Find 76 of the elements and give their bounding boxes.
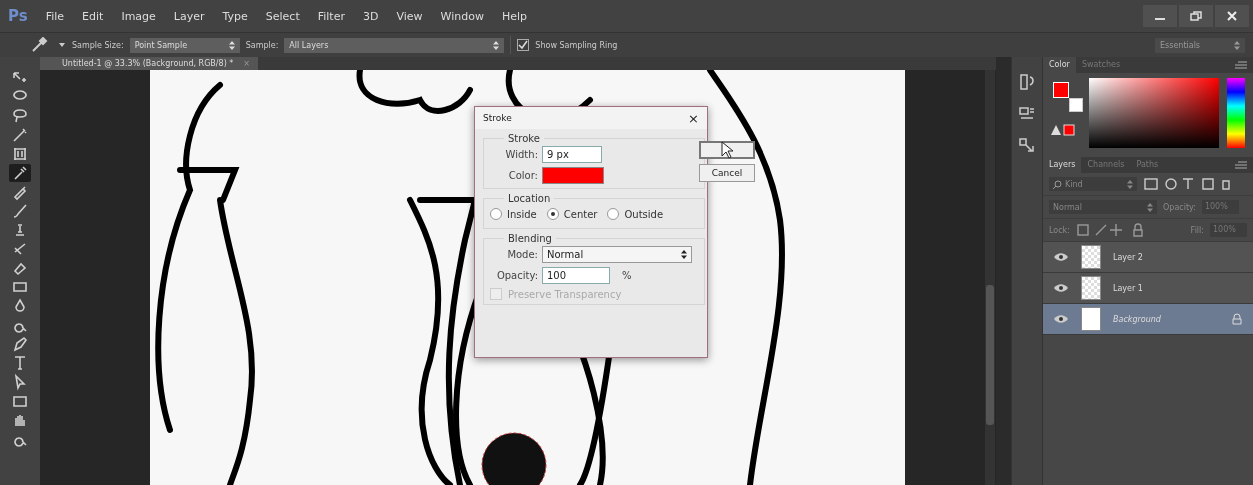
sample-size-dropdown[interactable]: Point Sample xyxy=(129,37,240,53)
layer-name: Background xyxy=(1113,314,1162,324)
layer-row[interactable]: Layer 2 xyxy=(1043,242,1253,273)
sample-label: Sample: xyxy=(245,40,279,50)
cancel-button[interactable]: Cancel xyxy=(699,164,755,182)
mode-label: Mode: xyxy=(506,249,538,260)
opacity-label: Opacity: xyxy=(1163,202,1196,212)
radio-button[interactable]: Center xyxy=(546,208,598,220)
radio-button[interactable]: Outside xyxy=(607,208,664,220)
opacity-label: Opacity: xyxy=(495,270,538,281)
dialog-title: Stroke xyxy=(483,113,512,123)
layer-name: Layer 1 xyxy=(1113,283,1144,293)
visibility-eye-icon[interactable] xyxy=(1053,314,1069,324)
percent-unit: % xyxy=(622,270,632,281)
sample-dropdown[interactable]: All Layers xyxy=(284,37,505,53)
menu-item[interactable]: File xyxy=(45,9,65,23)
foreground-color-swatch[interactable] xyxy=(1053,82,1069,98)
menu-item[interactable]: Edit xyxy=(82,9,104,23)
menu-item[interactable]: Layer xyxy=(173,9,205,23)
menu-item[interactable]: View xyxy=(396,9,423,23)
tool-icon[interactable] xyxy=(9,164,31,182)
menu-item[interactable]: Filter xyxy=(317,9,345,23)
close-icon[interactable]: × xyxy=(688,110,699,126)
menu-item[interactable]: Window xyxy=(440,9,484,23)
lock-label: Lock: xyxy=(1049,225,1070,235)
ok-button[interactable] xyxy=(699,141,755,159)
up-down-arrows-icon xyxy=(493,40,500,50)
search-icon xyxy=(1053,179,1062,189)
menu-item[interactable]: Help xyxy=(501,9,527,23)
menu-item[interactable]: Image xyxy=(121,9,156,23)
layer-thumbnail xyxy=(1081,307,1101,331)
mode-dropdown[interactable]: Normal xyxy=(542,246,692,263)
color-label: Color: xyxy=(507,170,538,181)
sampling-ring-label: Show Sampling Ring xyxy=(535,40,618,50)
layer-thumbnail xyxy=(1081,245,1101,269)
up-down-arrows-icon xyxy=(1147,202,1153,212)
gamut-warning-icon[interactable] xyxy=(1051,124,1075,136)
menu-item[interactable]: Select xyxy=(265,9,300,23)
up-down-arrows-icon xyxy=(681,250,687,259)
color-swatch[interactable] xyxy=(542,167,604,184)
radio-button[interactable]: Inside xyxy=(490,208,537,220)
color-ramp[interactable] xyxy=(1089,78,1219,148)
visibility-eye-icon[interactable] xyxy=(1053,252,1069,262)
width-label: Width: xyxy=(504,149,538,160)
scrollbar-thumb[interactable] xyxy=(986,285,994,425)
menu-item[interactable]: Type xyxy=(222,9,248,23)
minimize-icon[interactable] xyxy=(1143,5,1177,27)
sample-size-label: Sample Size: xyxy=(72,40,124,50)
group-title: Blending xyxy=(507,233,553,244)
background-color-swatch[interactable] xyxy=(1069,98,1083,112)
checkbox-label: Preserve Transparency xyxy=(508,288,622,300)
layer-row[interactable]: Layer 1 xyxy=(1043,273,1253,304)
hue-spectrum[interactable] xyxy=(1227,78,1245,148)
close-icon[interactable] xyxy=(1215,5,1249,27)
group-title: Stroke xyxy=(507,133,541,144)
layer-thumbnail xyxy=(1081,276,1101,300)
history-icon[interactable] xyxy=(1018,73,1036,91)
up-down-arrows-icon xyxy=(228,40,235,50)
lock-options-icons[interactable] xyxy=(1075,223,1146,237)
width-field[interactable]: 9 px xyxy=(542,146,602,163)
visibility-eye-icon[interactable] xyxy=(1053,283,1069,293)
cursor-icon xyxy=(720,141,734,159)
panel-tab[interactable]: Color xyxy=(1043,57,1076,73)
caret-icon[interactable] xyxy=(58,42,66,48)
group-title: Location xyxy=(507,193,552,204)
opacity-field[interactable]: 100 xyxy=(542,267,610,284)
panel-tab[interactable]: Layers xyxy=(1043,157,1082,173)
sampling-ring-checkbox[interactable] xyxy=(517,39,530,51)
document-tab[interactable]: Untitled-1 @ 33.3% (Background, RGB/8) * × xyxy=(40,57,258,70)
up-down-arrows-icon xyxy=(1127,179,1133,189)
eyedropper-icon[interactable] xyxy=(30,37,50,53)
menu-item[interactable]: 3D xyxy=(363,9,379,23)
restore-icon[interactable] xyxy=(1179,5,1213,27)
layer-filter-icons[interactable] xyxy=(1143,177,1233,191)
layer-name: Layer 2 xyxy=(1113,252,1144,262)
up-down-arrows-icon xyxy=(1234,40,1240,50)
